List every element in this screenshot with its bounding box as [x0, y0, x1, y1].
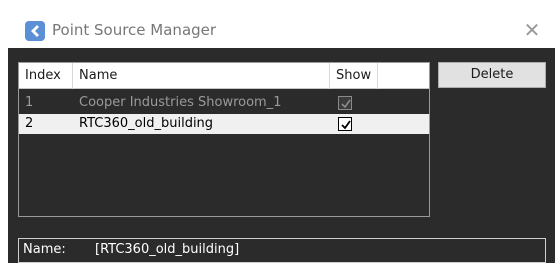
details-panel: Name: [RTC360_old_building]	[18, 238, 546, 263]
show-checkbox[interactable]	[338, 96, 352, 110]
row-name: Cooper Industries Showroom_1	[79, 95, 282, 110]
name-label: Name:	[23, 242, 66, 257]
row-name: RTC360_old_building	[79, 116, 214, 131]
point-source-list[interactable]: Index Name Show 1 Cooper Industries Show…	[18, 62, 430, 217]
list-header: Index Name Show	[19, 63, 429, 89]
app-icon	[25, 21, 45, 41]
close-icon[interactable]: ✕	[520, 18, 544, 42]
title-bar[interactable]: Point Source Manager ✕	[0, 0, 555, 48]
dialog-body: Index Name Show 1 Cooper Industries Show…	[8, 48, 555, 263]
show-checkbox[interactable]	[338, 117, 352, 131]
table-row-selected[interactable]: 2 RTC360_old_building	[19, 114, 429, 134]
window-title: Point Source Manager	[52, 21, 217, 39]
point-source-manager-window: Point Source Manager ✕ Index Name Show 1…	[0, 0, 555, 263]
delete-button[interactable]: Delete	[438, 62, 546, 88]
column-header-show[interactable]: Show	[330, 63, 378, 89]
row-index: 2	[25, 116, 34, 131]
row-index: 1	[25, 95, 34, 110]
column-header-index[interactable]: Index	[19, 63, 73, 89]
name-value: [RTC360_old_building]	[95, 242, 240, 257]
column-header-name[interactable]: Name	[73, 63, 330, 89]
table-row[interactable]: 1 Cooper Industries Showroom_1	[19, 93, 429, 113]
